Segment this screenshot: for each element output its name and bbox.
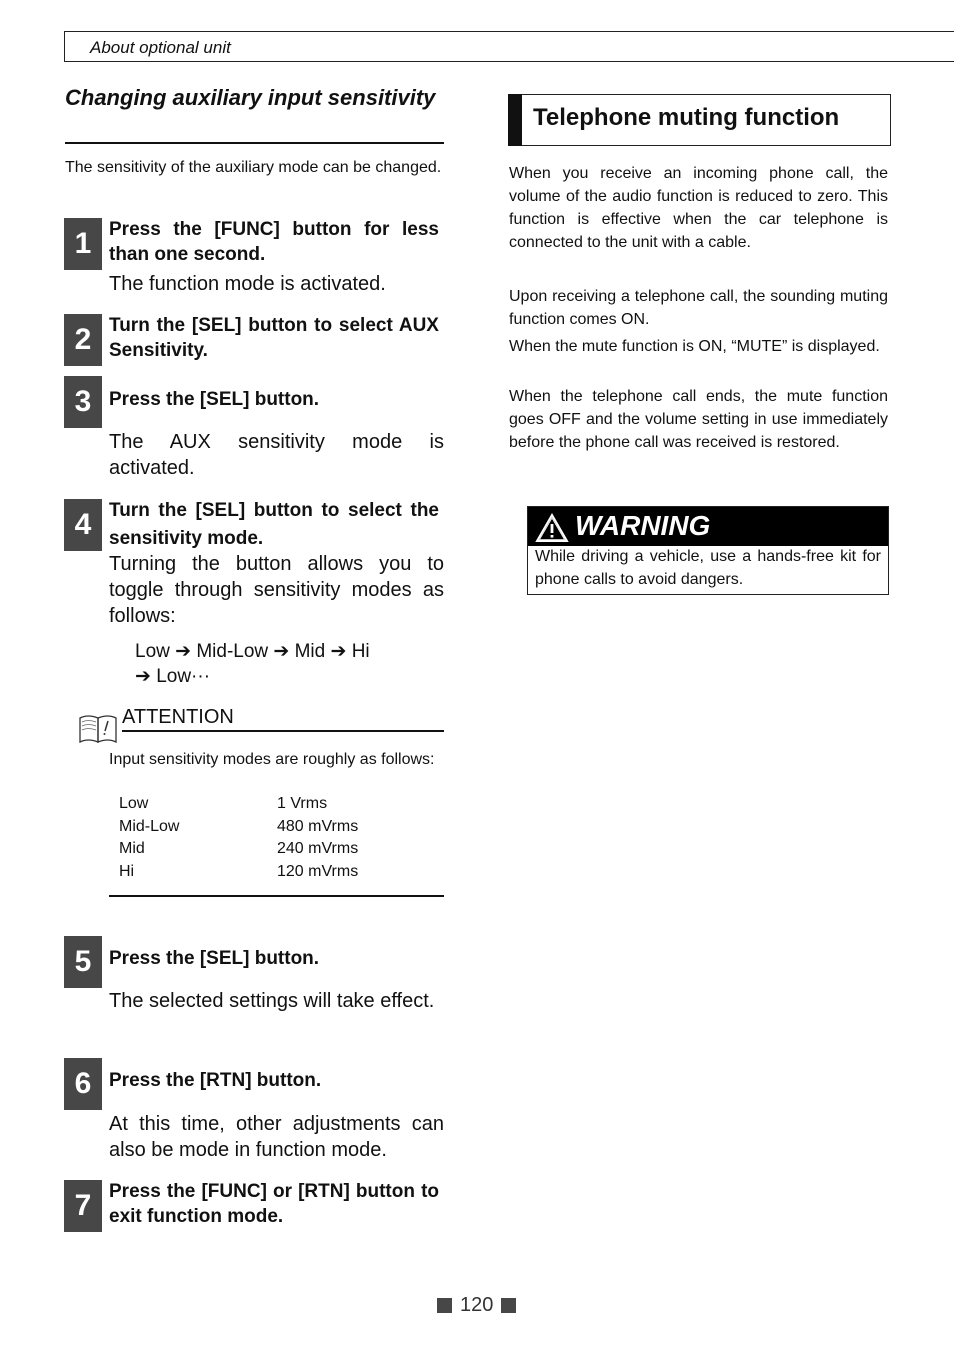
sensitivity-table: Low 1 Vrms Mid-Low 480 mVrms Mid 240 mVr… (119, 793, 358, 884)
paragraph: Upon receiving a telephone call, the sou… (509, 288, 888, 328)
square-marker-icon (437, 1298, 452, 1313)
page-number-text: 120 (460, 1294, 494, 1316)
step-number-5: 5 (64, 936, 102, 988)
paragraph: When you receive an incoming phone call,… (509, 165, 888, 251)
table-row: Hi 120 mVrms (119, 861, 358, 884)
mode-sequence-line-2: ➔ Low··· (135, 666, 211, 687)
paragraph: When the mute function is ON, “MUTE” is … (509, 338, 880, 355)
step-1-heading: Press the [FUNC] button for less than on… (109, 219, 439, 265)
step-number-3: 3 (64, 376, 102, 428)
step-number-4: 4 (64, 499, 102, 551)
right-title-accent-bar (508, 94, 522, 146)
mode-sequence-line-1: Low ➔ Mid-Low ➔ Mid ➔ Hi (135, 641, 370, 662)
paragraph: When the telephone call ends, the mute f… (509, 388, 888, 451)
step-4-heading: Turn the [SEL] button to select the sens… (109, 500, 439, 549)
step-number-7: 7 (64, 1180, 102, 1232)
book-attention-icon (79, 715, 117, 744)
mode-cell: Hi (119, 863, 135, 881)
table-row: Low 1 Vrms (119, 793, 358, 816)
right-section-title: Telephone muting function (533, 104, 840, 131)
step-7-heading: Press the [FUNC] or [RTN] button to exit… (109, 1181, 439, 1227)
table-row: Mid 240 mVrms (119, 838, 358, 861)
step-number-1: 1 (64, 218, 102, 270)
attention-divider (122, 730, 444, 732)
attention-text: Input sensitivity modes are roughly as f… (109, 751, 435, 768)
step-5-heading: Press the [SEL] button. (109, 948, 320, 969)
level-cell: 120 mVrms (277, 863, 359, 881)
mode-cell: Mid (119, 840, 145, 858)
attention-title: ATTENTION (122, 706, 234, 728)
step-2-heading: Turn the [SEL] button to select AUX Sens… (109, 315, 439, 361)
step-6-heading: Press the [RTN] button. (109, 1070, 322, 1091)
step-5-body: The selected settings will take effect. (109, 990, 435, 1012)
level-cell: 240 mVrms (277, 840, 359, 858)
mode-cell: Mid-Low (119, 817, 180, 835)
warning-triangle-icon (535, 513, 569, 542)
step-1-body: The function mode is activated. (109, 273, 386, 295)
table-row: Mid-Low 480 mVrms (119, 816, 358, 839)
intro-text: The sensitivity of the auxiliary mode ca… (65, 159, 442, 176)
step-number-2: 2 (64, 314, 102, 366)
section-title: Changing auxiliary input sensitivity (65, 85, 436, 110)
square-marker-icon (501, 1298, 517, 1313)
step-4-body: Turning the button allows you to toggle … (109, 553, 444, 627)
title-divider (65, 142, 444, 144)
step-6-body: At this time, other adjustments can also… (109, 1113, 444, 1161)
level-cell: 480 mVrms (277, 817, 359, 835)
running-header: About optional unit (90, 38, 231, 57)
mode-cell: Low (119, 795, 149, 812)
level-cell: 1 Vrms (277, 795, 328, 812)
attention-bottom-divider (109, 895, 444, 897)
page-number: 120 (437, 1294, 517, 1317)
warning-title: WARNING (575, 510, 711, 541)
step-3-heading: Press the [SEL] button. (109, 389, 320, 410)
warning-text: While driving a vehicle, use a hands-fre… (535, 548, 881, 588)
step-number-6: 6 (64, 1058, 102, 1110)
step-3-body: The AUX sensitivity mode is activated. (109, 431, 444, 479)
